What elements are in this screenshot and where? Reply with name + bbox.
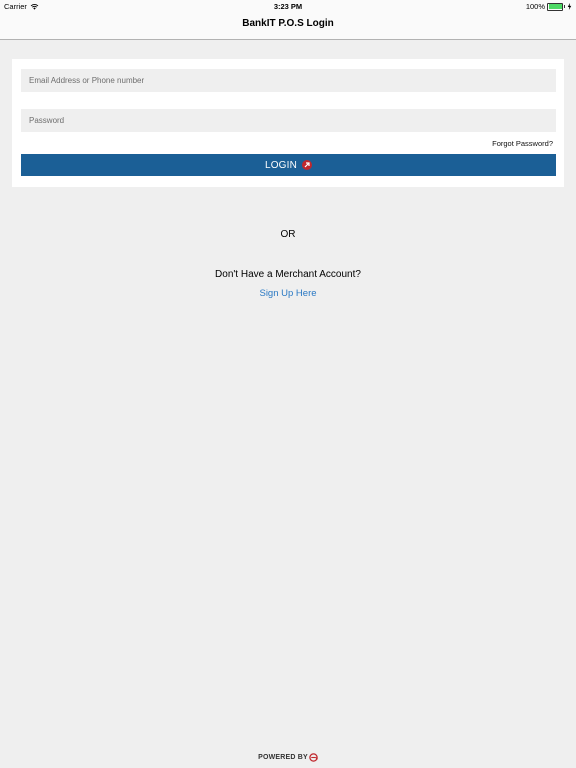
login-button-label: LOGIN <box>264 159 298 171</box>
battery-status: 100% <box>526 2 572 11</box>
brand-logo-icon <box>309 753 318 762</box>
status-bar: Carrier 3:23 PM 100% <box>0 0 576 12</box>
signup-link[interactable]: Sign Up Here <box>259 288 316 299</box>
battery-fill <box>548 4 562 9</box>
battery-icon <box>547 2 563 11</box>
email-field[interactable] <box>21 69 556 92</box>
login-button[interactable]: LOGIN <box>21 154 556 176</box>
login-card: Forgot Password? LOGIN <box>12 59 564 187</box>
merchant-account-question: Don't Have a Merchant Account? <box>215 269 361 280</box>
status-time: 3:23 PM <box>273 2 303 11</box>
powered-by-label: POWERED BY <box>258 754 308 761</box>
signup-row: Sign Up Here <box>0 288 576 299</box>
password-field[interactable] <box>21 109 556 132</box>
page-title: BankIT P.O.S Login <box>242 18 334 29</box>
forgot-password-link[interactable]: Forgot Password? <box>492 139 553 148</box>
arrow-up-right-circle-icon <box>302 160 313 170</box>
or-divider-label: OR <box>280 229 296 240</box>
battery-percent: 100% <box>525 2 545 11</box>
top-bar: Carrier 3:23 PM 100% BankIT P.O.S Login <box>0 0 576 40</box>
battery-tip <box>564 5 565 8</box>
powered-by-footer: POWERED BY <box>0 753 576 762</box>
charging-icon <box>567 3 572 10</box>
